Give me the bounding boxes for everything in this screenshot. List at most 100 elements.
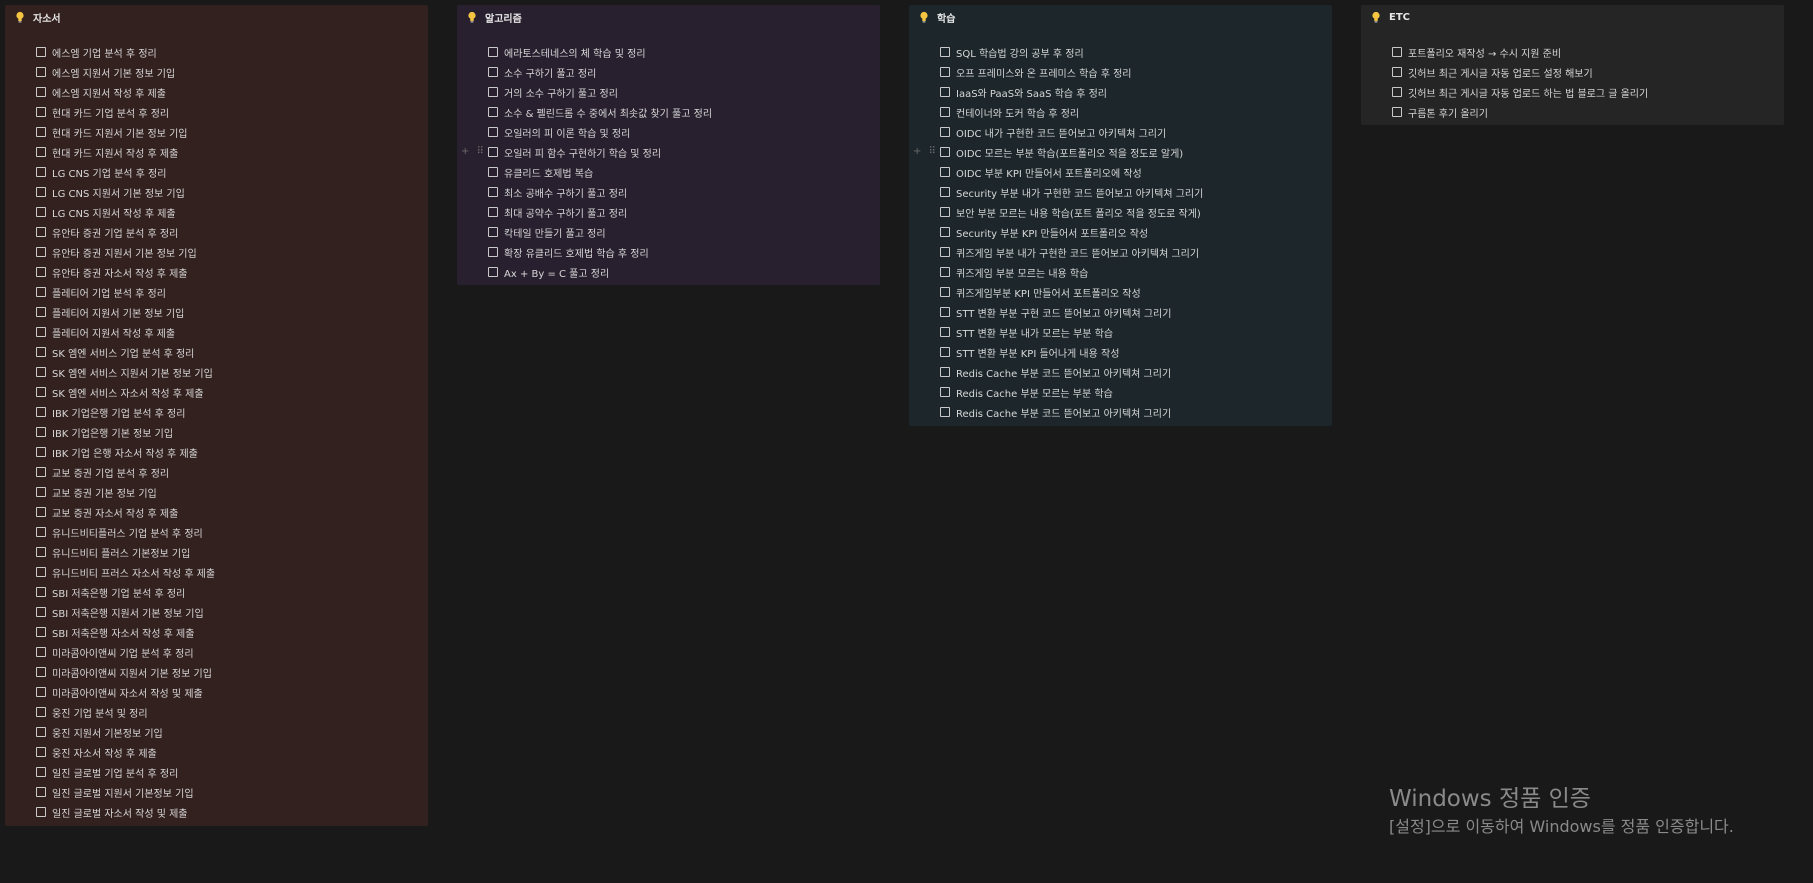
todo-item[interactable]: 플레티어 지원서 작성 후 제출 bbox=[5, 322, 428, 342]
todo-item[interactable]: 일진 글로벌 자소서 작성 및 제출 bbox=[5, 802, 428, 822]
todo-item[interactable]: 깃허브 최근 게시글 자동 업로드 설정 해보기 bbox=[1361, 62, 1784, 82]
todo-checkbox[interactable] bbox=[940, 387, 950, 397]
todo-label[interactable]: LG CNS 기업 분석 후 정리 bbox=[52, 165, 166, 180]
todo-checkbox[interactable] bbox=[1392, 107, 1402, 117]
todo-checkbox[interactable] bbox=[36, 507, 46, 517]
todo-label[interactable]: 퀴즈게임 부분 모르는 내용 학습 bbox=[956, 265, 1088, 280]
todo-label[interactable]: Redis Cache 부분 코드 뜯어보고 아키텍쳐 그리기 bbox=[956, 405, 1171, 420]
todo-label[interactable]: Ax + By = C 풀고 정리 bbox=[504, 265, 609, 280]
todo-item[interactable]: 칵테일 만들기 풀고 정리 bbox=[457, 222, 880, 242]
todo-checkbox[interactable] bbox=[940, 327, 950, 337]
todo-item[interactable]: 현대 카드 지원서 기본 정보 기입 bbox=[5, 122, 428, 142]
todo-item[interactable]: 플레티어 기업 분석 후 정리 bbox=[5, 282, 428, 302]
todo-item[interactable]: 최소 공배수 구하기 풀고 정리 bbox=[457, 182, 880, 202]
todo-checkbox[interactable] bbox=[36, 467, 46, 477]
todo-label[interactable]: SBI 저축은행 기업 분석 후 정리 bbox=[52, 585, 185, 600]
todo-checkbox[interactable] bbox=[36, 387, 46, 397]
todo-label[interactable]: 소수 & 펠린드롬 수 중에서 최솟값 찾기 풀고 정리 bbox=[504, 105, 712, 120]
todo-item[interactable]: 교보 증권 기업 분석 후 정리 bbox=[5, 462, 428, 482]
todo-checkbox[interactable] bbox=[940, 247, 950, 257]
todo-item[interactable]: STT 변환 부분 KPI 들어나게 내용 작성 bbox=[909, 342, 1332, 362]
todo-checkbox[interactable] bbox=[36, 107, 46, 117]
todo-item[interactable]: 퀴즈게임 부분 내가 구현한 코드 뜯어보고 아키텍쳐 그리기 bbox=[909, 242, 1332, 262]
todo-item[interactable]: 교보 증권 자소서 작성 후 제출 bbox=[5, 502, 428, 522]
todo-item[interactable]: 보안 부분 모르는 내용 학습(포트 폴리오 적을 정도로 작게) bbox=[909, 202, 1332, 222]
todo-item[interactable]: SK 엠엔 서비스 자소서 작성 후 제출 bbox=[5, 382, 428, 402]
todo-checkbox[interactable] bbox=[36, 807, 46, 817]
todo-checkbox[interactable] bbox=[36, 187, 46, 197]
todo-label[interactable]: 플레티어 지원서 작성 후 제출 bbox=[52, 325, 175, 340]
todo-item[interactable]: 퀴즈게임부분 KPI 만들어서 포트폴리오 작성 bbox=[909, 282, 1332, 302]
todo-item[interactable]: 오프 프레미스와 온 프레미스 학습 후 정리 bbox=[909, 62, 1332, 82]
todo-item[interactable]: 현대 카드 지원서 작성 후 제출 bbox=[5, 142, 428, 162]
todo-checkbox[interactable] bbox=[1392, 87, 1402, 97]
todo-checkbox[interactable] bbox=[36, 527, 46, 537]
todo-item[interactable]: 유니드비티플러스 기업 분석 후 정리 bbox=[5, 522, 428, 542]
todo-checkbox[interactable] bbox=[36, 47, 46, 57]
todo-checkbox[interactable] bbox=[1392, 67, 1402, 77]
todo-label[interactable]: 오일러 피 함수 구현하기 학습 및 정리 bbox=[504, 145, 661, 160]
todo-label[interactable]: 일진 글로벌 기업 분석 후 정리 bbox=[52, 765, 178, 780]
todo-checkbox[interactable] bbox=[940, 187, 950, 197]
todo-checkbox[interactable] bbox=[488, 207, 498, 217]
todo-checkbox[interactable] bbox=[36, 247, 46, 257]
todo-checkbox[interactable] bbox=[36, 707, 46, 717]
todo-checkbox[interactable] bbox=[940, 267, 950, 277]
todo-item[interactable]: 컨테이너와 도커 학습 후 정리 bbox=[909, 102, 1332, 122]
todo-item[interactable]: 깃허브 최근 게시글 자동 업로드 하는 법 블로그 글 올리기 bbox=[1361, 82, 1784, 102]
todo-label[interactable]: IaaS와 PaaS와 SaaS 학습 후 정리 bbox=[956, 85, 1107, 100]
todo-item[interactable]: 미라콤아이앤씨 기업 분석 후 정리 bbox=[5, 642, 428, 662]
todo-checkbox[interactable] bbox=[488, 147, 498, 157]
todo-label[interactable]: 거의 소수 구하기 풀고 정리 bbox=[504, 85, 618, 100]
todo-checkbox[interactable] bbox=[36, 307, 46, 317]
todo-checkbox[interactable] bbox=[36, 587, 46, 597]
todo-checkbox[interactable] bbox=[36, 447, 46, 457]
todo-checkbox[interactable] bbox=[36, 547, 46, 557]
todo-label[interactable]: 오프 프레미스와 온 프레미스 학습 후 정리 bbox=[956, 65, 1131, 80]
todo-label[interactable]: 확장 유클리드 호제법 학습 후 정리 bbox=[504, 245, 649, 260]
todo-label[interactable]: 유안타 증권 기업 분석 후 정리 bbox=[52, 225, 178, 240]
todo-label[interactable]: 유안타 증권 지원서 기본 정보 기입 bbox=[52, 245, 197, 260]
todo-label[interactable]: Redis Cache 부분 코드 뜯어보고 아키텍쳐 그리기 bbox=[956, 365, 1171, 380]
todo-label[interactable]: 유니드비티 플러스 기본정보 기입 bbox=[52, 545, 190, 560]
todo-checkbox[interactable] bbox=[940, 207, 950, 217]
todo-item[interactable]: 에스엠 지원서 작성 후 제출 bbox=[5, 82, 428, 102]
todo-label[interactable]: 에스엠 지원서 기본 정보 기입 bbox=[52, 65, 175, 80]
todo-label[interactable]: 일진 글로벌 지원서 기본정보 기입 bbox=[52, 785, 194, 800]
todo-checkbox[interactable] bbox=[36, 127, 46, 137]
todo-label[interactable]: 에라토스테네스의 체 학습 및 정리 bbox=[504, 45, 646, 60]
todo-item[interactable]: 최대 공약수 구하기 풀고 정리 bbox=[457, 202, 880, 222]
todo-label[interactable]: 유니드비티플러스 기업 분석 후 정리 bbox=[52, 525, 203, 540]
todo-item[interactable]: 미라콤아이앤씨 지원서 기본 정보 기입 bbox=[5, 662, 428, 682]
todo-item[interactable]: 웅진 자소서 작성 후 제출 bbox=[5, 742, 428, 762]
todo-label[interactable]: 최소 공배수 구하기 풀고 정리 bbox=[504, 185, 627, 200]
todo-checkbox[interactable] bbox=[940, 127, 950, 137]
todo-item[interactable]: 일진 글로벌 지원서 기본정보 기입 bbox=[5, 782, 428, 802]
todo-label[interactable]: 깃허브 최근 게시글 자동 업로드 하는 법 블로그 글 올리기 bbox=[1408, 85, 1648, 100]
todo-label[interactable]: OIDC 모르는 부분 학습(포트폴리오 적을 정도로 알게) bbox=[956, 145, 1183, 160]
todo-item[interactable]: 유안타 증권 기업 분석 후 정리 bbox=[5, 222, 428, 242]
todo-item[interactable]: 에라토스테네스의 체 학습 및 정리 bbox=[457, 42, 880, 62]
todo-label[interactable]: IBK 기업은행 기본 정보 기입 bbox=[52, 425, 173, 440]
todo-item[interactable]: SBI 저축은행 기업 분석 후 정리 bbox=[5, 582, 428, 602]
todo-label[interactable]: OIDC 부분 KPI 만들어서 포트폴리오에 작성 bbox=[956, 165, 1142, 180]
todo-label[interactable]: 보안 부분 모르는 내용 학습(포트 폴리오 적을 정도로 작게) bbox=[956, 205, 1201, 220]
todo-item[interactable]: LG CNS 기업 분석 후 정리 bbox=[5, 162, 428, 182]
todo-label[interactable]: 유클리드 호제법 복습 bbox=[504, 165, 593, 180]
todo-label[interactable]: 플레티어 지원서 기본 정보 기입 bbox=[52, 305, 184, 320]
todo-item[interactable]: LG CNS 지원서 기본 정보 기입 bbox=[5, 182, 428, 202]
todo-item[interactable]: 웅진 지원서 기본정보 기입 bbox=[5, 722, 428, 742]
todo-item[interactable]: 포트폴리오 재작성 → 수시 지원 준비 bbox=[1361, 42, 1784, 62]
todo-label[interactable]: 퀴즈게임 부분 내가 구현한 코드 뜯어보고 아키텍쳐 그리기 bbox=[956, 245, 1199, 260]
todo-checkbox[interactable] bbox=[36, 327, 46, 337]
todo-checkbox[interactable] bbox=[36, 567, 46, 577]
todo-item[interactable]: 거의 소수 구하기 풀고 정리 bbox=[457, 82, 880, 102]
todo-item[interactable]: 에스엠 기업 분석 후 정리 bbox=[5, 42, 428, 62]
todo-checkbox[interactable] bbox=[36, 687, 46, 697]
todo-checkbox[interactable] bbox=[940, 367, 950, 377]
todo-item[interactable]: Security 부분 KPI 만들어서 포트폴리오 작성 bbox=[909, 222, 1332, 242]
todo-checkbox[interactable] bbox=[36, 347, 46, 357]
todo-label[interactable]: SBI 저축은행 지원서 기본 정보 기입 bbox=[52, 605, 204, 620]
todo-item[interactable]: IBK 기업 은행 자소서 작성 후 제출 bbox=[5, 442, 428, 462]
todo-checkbox[interactable] bbox=[940, 347, 950, 357]
